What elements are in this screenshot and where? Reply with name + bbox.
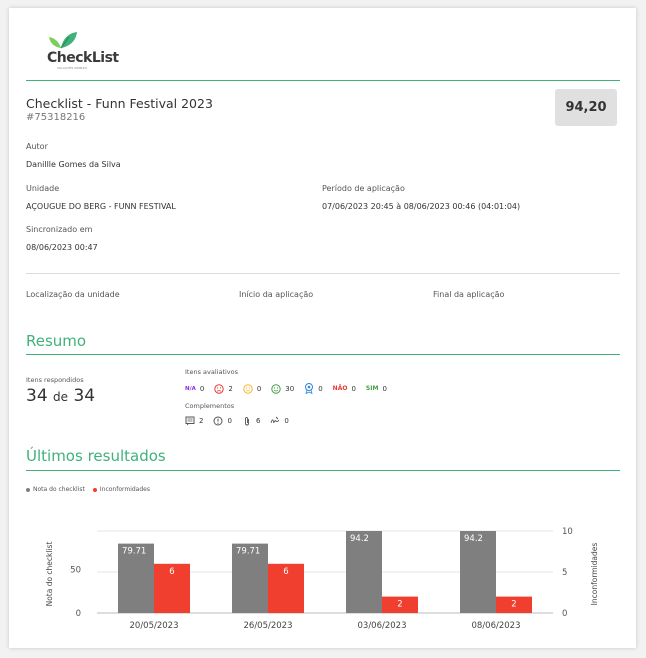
score-data-label: 79.71 — [122, 547, 146, 557]
x-tick-label: 08/06/2023 — [472, 621, 521, 631]
y2-tick-label: 5 — [562, 568, 567, 578]
y-axis-label: Nota do checklist — [45, 542, 54, 607]
x-tick-label: 03/06/2023 — [358, 621, 407, 631]
y2-tick-label: 10 — [562, 527, 573, 537]
y2-tick-label: 0 — [562, 609, 567, 619]
nonconformities-data-label: 6 — [283, 567, 288, 577]
nonconformities-data-label: 2 — [511, 600, 516, 610]
score-data-label: 79.71 — [236, 547, 260, 557]
score-data-label: 94.2 — [464, 534, 483, 544]
y-tick-label: 50 — [70, 565, 81, 575]
results-chart: 0 5 10 0 50 79.71 6 20/05/2023 79.71 6 26/05/2023 9… — [45, 527, 599, 631]
x-tick-label: 26/05/2023 — [244, 621, 293, 631]
nonconformities-data-label: 6 — [169, 567, 174, 577]
x-tick-label: 20/05/2023 — [130, 621, 179, 631]
report-page: CheckList SOLUÇÕES SIMPLES Checklist - F… — [9, 8, 636, 648]
nonconformities-data-label: 2 — [397, 600, 402, 610]
y2-axis-label: Inconformidades — [590, 543, 599, 606]
y-tick-label: 0 — [76, 609, 81, 619]
score-data-label: 94.2 — [350, 534, 369, 544]
